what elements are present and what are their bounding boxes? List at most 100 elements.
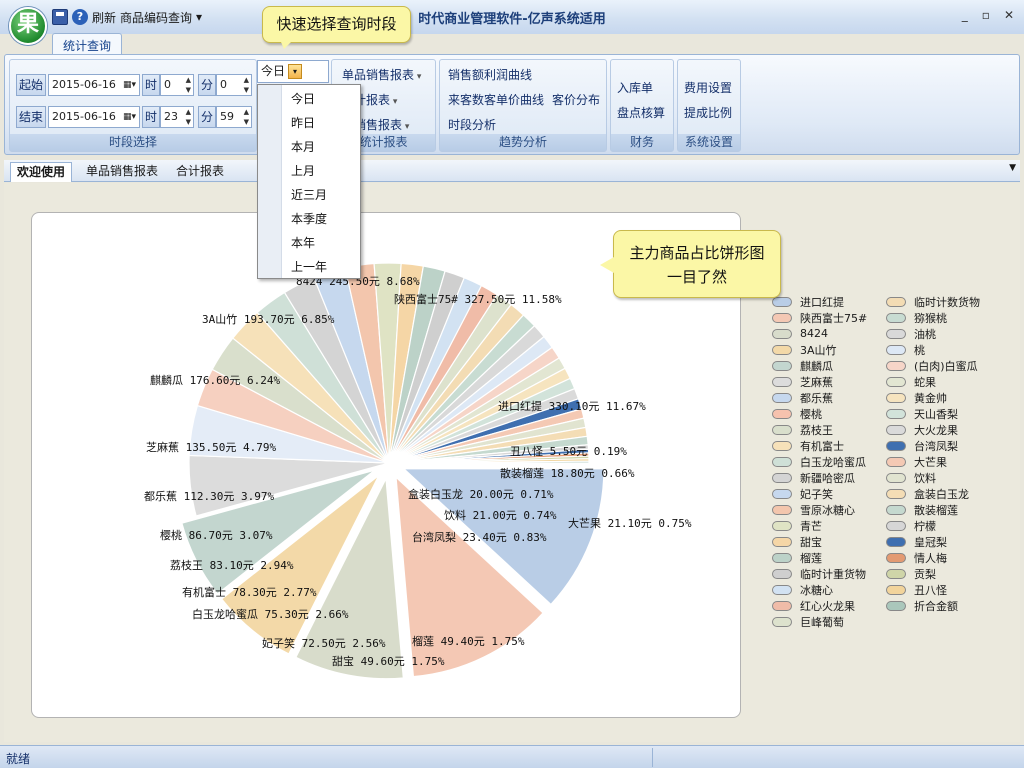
legend-swatch bbox=[886, 536, 906, 547]
legend-item: 天山香梨 bbox=[886, 406, 958, 421]
preset-option[interactable]: 上月 bbox=[291, 162, 315, 179]
legend-swatch bbox=[886, 440, 906, 451]
legend-swatch bbox=[772, 456, 792, 467]
legend-item: 蛇果 bbox=[886, 374, 936, 389]
legend-swatch bbox=[886, 376, 906, 387]
preset-option[interactable]: 本季度 bbox=[291, 210, 327, 227]
time-analysis-button[interactable]: 时段分析 bbox=[448, 116, 496, 133]
legend-item: 3A山竹 bbox=[772, 342, 837, 357]
tab-welcome[interactable]: 欢迎使用 bbox=[10, 162, 73, 182]
start-date-field[interactable]: 2015-06-16 ▦▾ bbox=[48, 74, 140, 96]
legend-item: 8424 bbox=[772, 326, 828, 341]
maximize-button[interactable]: ▫ bbox=[982, 8, 990, 22]
calendar-icon[interactable]: ▦▾ bbox=[123, 75, 136, 95]
start-hour-field[interactable]: 0 ▲ ▼ bbox=[160, 74, 194, 96]
legend-label: 有机富士 bbox=[800, 439, 844, 453]
status-bar: 就绪 bbox=[0, 745, 1024, 768]
chart-tip-callout: 主力商品占比饼形图 一目了然 bbox=[600, 230, 781, 298]
start-label: 起始 bbox=[16, 74, 47, 96]
visitor-curve-button[interactable]: 来客数客单价曲线 bbox=[448, 91, 544, 108]
end-date-field[interactable]: 2015-06-16 ▦▾ bbox=[48, 106, 140, 128]
app-logo[interactable]: 果 bbox=[9, 7, 47, 45]
legend-label: 妃子笑 bbox=[800, 487, 833, 501]
period-preset-dropdown: 今日 昨日 本月 上月 近三月 本季度 本年 上一年 bbox=[257, 84, 361, 279]
legend-item: 黄金帅 bbox=[886, 390, 947, 405]
legend-label: 桃 bbox=[914, 343, 925, 357]
legend-label: 贡梨 bbox=[914, 567, 936, 581]
legend-item: (白肉)白蜜瓜 bbox=[886, 358, 978, 373]
legend-swatch bbox=[886, 392, 906, 403]
preset-option[interactable]: 本年 bbox=[291, 234, 315, 251]
legend-label: 榴莲 bbox=[800, 551, 822, 565]
settings-group-label: 系统设置 bbox=[678, 134, 740, 151]
preset-option[interactable]: 今日 bbox=[291, 90, 315, 107]
expense-settings-button[interactable]: 费用设置 bbox=[684, 79, 732, 96]
legend-label: 新疆哈密瓜 bbox=[800, 471, 855, 485]
preset-option[interactable]: 近三月 bbox=[291, 186, 327, 203]
legend-label: 都乐蕉 bbox=[800, 391, 833, 405]
pie-data-label: 荔枝王 83.10元 2.94% bbox=[170, 558, 294, 572]
preset-option[interactable]: 本月 bbox=[291, 138, 315, 155]
legend-swatch bbox=[886, 296, 906, 307]
pie-data-label: 妃子笑 72.50元 2.56% bbox=[262, 636, 386, 650]
commission-ratio-button[interactable]: 提成比例 bbox=[684, 104, 732, 121]
period-group: 起始 2015-06-16 ▦▾ 时 0 ▲ ▼ 分 0 ▲ ▼ 结束 2015-06-1… bbox=[9, 59, 257, 152]
stock-in-button[interactable]: 入库单 bbox=[617, 79, 653, 96]
pie-data-label: 散装榴莲 18.80元 0.66% bbox=[500, 466, 635, 480]
tabs-menu-icon[interactable]: ▼ bbox=[1009, 163, 1016, 173]
legend-item: 甜宝 bbox=[772, 534, 822, 549]
spin-icon[interactable]: ▲ ▼ bbox=[244, 75, 249, 95]
pie-data-label: 饮料 21.00元 0.74% bbox=[444, 508, 557, 522]
preset-option[interactable]: 上一年 bbox=[291, 258, 327, 275]
trend-group-label: 趋势分析 bbox=[440, 134, 606, 151]
pie-data-label: 芝麻蕉 135.50元 4.79% bbox=[146, 440, 276, 454]
legend-swatch bbox=[886, 312, 906, 323]
period-preset-combo[interactable]: 今日 ▾ bbox=[257, 60, 329, 83]
legend-label: 折合金额 bbox=[914, 599, 958, 613]
status-text: 就绪 bbox=[6, 752, 31, 766]
legend-item: 新疆哈密瓜 bbox=[772, 470, 855, 485]
legend-label: 芝麻蕉 bbox=[800, 375, 833, 389]
legend-swatch bbox=[772, 440, 792, 451]
spin-icon[interactable]: ▲ ▼ bbox=[186, 75, 191, 95]
legend-swatch bbox=[772, 472, 792, 483]
legend-swatch bbox=[772, 568, 792, 579]
legend-label: 柠檬 bbox=[914, 519, 936, 533]
legend-label: 陕西富士75# bbox=[800, 311, 868, 325]
legend-item: 芝麻蕉 bbox=[772, 374, 833, 389]
legend-label: 冰糖心 bbox=[800, 583, 833, 597]
sales-profit-curve-button[interactable]: 销售额利润曲线 bbox=[448, 66, 532, 83]
pie-data-label: 白玉龙哈蜜瓜 75.30元 2.66% bbox=[192, 607, 349, 621]
chevron-down-icon[interactable]: ▾ bbox=[288, 64, 302, 79]
inventory-check-button[interactable]: 盘点核算 bbox=[617, 104, 665, 121]
legend-label: 临时计数货物 bbox=[914, 295, 980, 309]
legend-item: 雪原冰糖心 bbox=[772, 502, 855, 517]
minimize-button[interactable]: _ bbox=[962, 8, 968, 22]
legend-item: 大芒果 bbox=[886, 454, 947, 469]
calendar-icon[interactable]: ▦▾ bbox=[123, 107, 136, 127]
legend-item: 临时计数货物 bbox=[886, 294, 980, 309]
preset-option[interactable]: 昨日 bbox=[291, 114, 315, 131]
legend-swatch bbox=[886, 472, 906, 483]
legend-label: 天山香梨 bbox=[914, 407, 958, 421]
spin-icon[interactable]: ▲ ▼ bbox=[244, 107, 249, 127]
legend-label: 大芒果 bbox=[914, 455, 947, 469]
settings-group: 费用设置 提成比例 系统设置 bbox=[677, 59, 741, 152]
legend-item: 盒装白玉龙 bbox=[886, 486, 969, 501]
legend-swatch bbox=[886, 568, 906, 579]
legend-swatch bbox=[772, 488, 792, 499]
tab-single-sales-report[interactable]: 单品销售报表 bbox=[80, 162, 164, 182]
tab-summary-report[interactable]: 合计报表 bbox=[170, 162, 230, 182]
legend-item: 冰糖心 bbox=[772, 582, 833, 597]
single-sales-report-button[interactable]: 单品销售报表 bbox=[342, 66, 421, 83]
spin-icon[interactable]: ▲ ▼ bbox=[186, 107, 191, 127]
end-min-field[interactable]: 59 ▲ ▼ bbox=[216, 106, 252, 128]
finance-group-label: 财务 bbox=[611, 134, 673, 151]
legend-item: 丑八怪 bbox=[886, 582, 947, 597]
price-distribution-button[interactable]: 客价分布 bbox=[552, 91, 600, 108]
end-hour-field[interactable]: 23 ▲ ▼ bbox=[160, 106, 194, 128]
close-button[interactable]: ✕ bbox=[1004, 8, 1014, 22]
start-min-field[interactable]: 0 ▲ ▼ bbox=[216, 74, 252, 96]
pie-data-label: 大芒果 21.10元 0.75% bbox=[568, 516, 692, 530]
legend-label: 8424 bbox=[800, 327, 828, 340]
